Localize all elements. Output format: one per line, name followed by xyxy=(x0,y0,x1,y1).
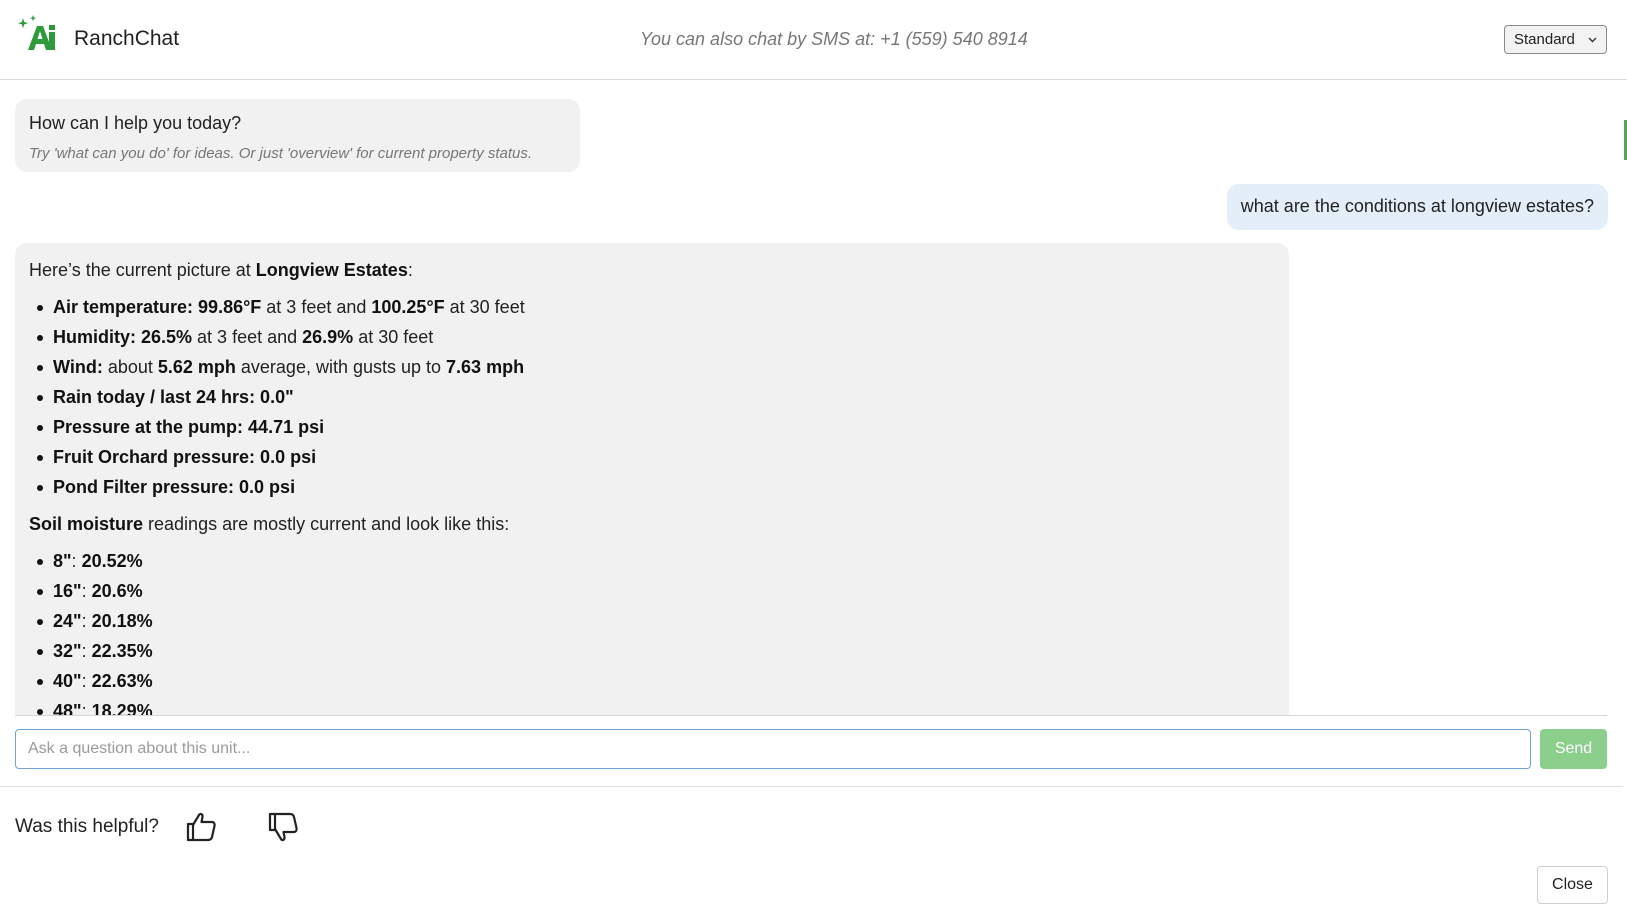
divider xyxy=(0,786,1627,787)
divider xyxy=(15,715,1607,716)
place-name: Longview Estates xyxy=(255,260,408,280)
condition-item: Pressure at the pump: 44.71 psi xyxy=(29,412,1275,442)
mode-select[interactable]: Standard xyxy=(1504,25,1607,54)
greeting-hint: Try 'what can you do' for ideas. Or just… xyxy=(29,145,533,162)
soil-moisture-item: 32": 22.35% xyxy=(29,636,1275,666)
answer-intro: Here’s the current picture at Longview E… xyxy=(29,260,413,280)
close-button[interactable]: Close xyxy=(1537,866,1608,904)
soil-moisture-list: 8": 20.52% 16": 20.6% 24": 20.18% 32": 22.3… xyxy=(29,546,1275,715)
app-title: RanchChat xyxy=(74,27,180,50)
greeting-text: How can I help you today? xyxy=(29,113,242,133)
ai-logo-icon xyxy=(18,15,55,50)
thumbs-down-icon[interactable] xyxy=(267,810,301,844)
soil-moisture-item: 8": 20.52% xyxy=(29,546,1275,576)
condition-item: Rain today / last 24 hrs: 0.0" xyxy=(29,382,1275,412)
soil-moisture-item: 24": 20.18% xyxy=(29,606,1275,636)
header: RanchChat You can also chat by SMS at: +… xyxy=(0,0,1627,80)
soil-moisture-item: 16": 20.6% xyxy=(29,576,1275,606)
conditions-list: Air temperature: 99.86°F at 3 feet and 1… xyxy=(29,292,1275,502)
assistant-answer: Here’s the current picture at Longview E… xyxy=(15,243,1289,715)
send-button[interactable]: Send xyxy=(1540,729,1607,769)
condition-item: Fruit Orchard pressure: 0.0 psi xyxy=(29,442,1275,472)
question-input[interactable] xyxy=(15,729,1531,769)
soil-moisture-item: 40": 22.63% xyxy=(29,666,1275,696)
window-edge xyxy=(1623,80,1627,914)
soil-heading: Soil moisture readings are mostly curren… xyxy=(29,514,510,534)
chevron-down-icon xyxy=(1588,37,1597,43)
condition-item: Air temperature: 99.86°F at 3 feet and 1… xyxy=(29,292,1275,322)
condition-item: Wind: about 5.62 mph average, with gusts… xyxy=(29,352,1275,382)
user-message: what are the conditions at longview esta… xyxy=(1226,184,1608,230)
condition-item: Pond Filter pressure: 0.0 psi xyxy=(29,472,1275,502)
soil-moisture-item: 48": 18.29% xyxy=(29,696,1275,715)
thumbs-up-icon[interactable] xyxy=(185,810,219,844)
chat-transcript[interactable]: How can I help you today? Try 'what can … xyxy=(0,81,1627,715)
chat-window: RanchChat You can also chat by SMS at: +… xyxy=(0,0,1627,914)
assistant-greeting: How can I help you today? Try 'what can … xyxy=(15,99,580,172)
condition-item: Humidity: 26.5% at 3 feet and 26.9% at 3… xyxy=(29,322,1275,352)
mode-select-value: Standard xyxy=(1514,31,1575,48)
feedback-prompt: Was this helpful? xyxy=(15,816,159,837)
sms-note: You can also chat by SMS at: +1 (559) 54… xyxy=(640,29,1028,49)
